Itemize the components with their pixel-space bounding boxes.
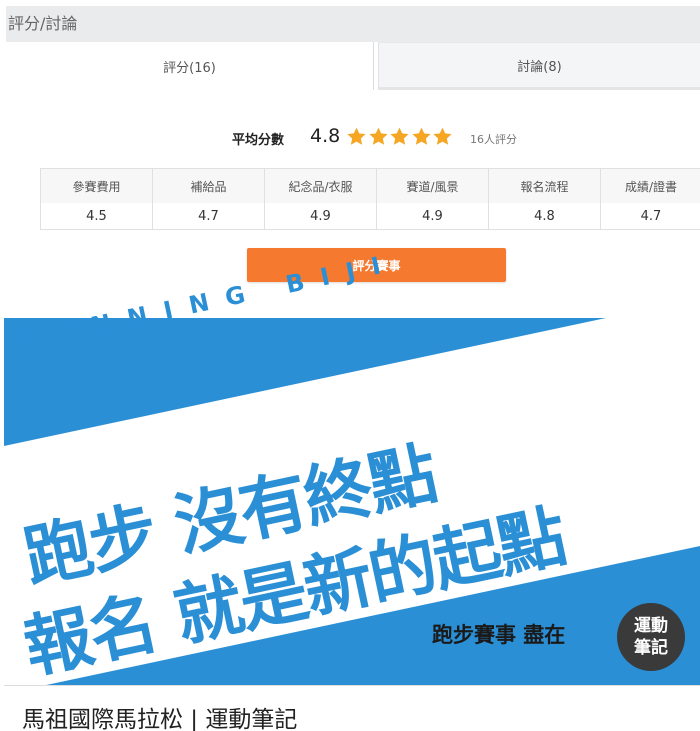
average-score-label: 平均分數 xyxy=(232,133,285,148)
rating-column: 補給品 4.7 xyxy=(153,169,265,229)
rating-category-label: 補給品 xyxy=(153,169,264,203)
rating-category-value: 4.5 xyxy=(86,209,107,224)
rating-category-label: 賽道/風景 xyxy=(377,169,488,203)
divider xyxy=(4,685,700,686)
tab-ratings[interactable]: 評分(16) xyxy=(6,42,374,90)
rating-category-value: 4.9 xyxy=(422,209,443,224)
rating-column: 賽道/風景 4.9 xyxy=(377,169,489,229)
rating-category-value: 4.7 xyxy=(640,209,662,224)
rating-breakdown-table: 參賽費用 4.5 補給品 4.7 紀念品/衣服 4.9 賽道/風景 4.9 報名流程 4.8 成績/… xyxy=(40,168,700,230)
rating-column: 報名流程 4.8 xyxy=(489,169,601,229)
star-rating xyxy=(346,126,454,148)
star-icon xyxy=(368,126,389,148)
star-icon xyxy=(389,126,410,148)
rating-category-value: 4.7 xyxy=(198,209,219,224)
rating-column: 紀念品/衣服 4.9 xyxy=(265,169,377,229)
section-header: 評分/討論 xyxy=(6,6,700,42)
rating-summary: 平均分數 4.8 16人評分 xyxy=(0,122,700,154)
logo-text-top: 運動 xyxy=(634,616,668,636)
tab-bar: 評分(16) 討論(8) xyxy=(6,42,700,90)
rating-column: 參賽費用 4.5 xyxy=(41,169,153,229)
rating-count: 16人評分 xyxy=(470,133,517,146)
rating-category-label: 成績/證書 xyxy=(601,169,700,203)
rating-column: 成績/證書 4.7 xyxy=(601,169,700,229)
banner-tagline: 跑步賽事 盡在 xyxy=(432,623,566,647)
rating-category-label: 報名流程 xyxy=(489,169,600,203)
image-caption-link[interactable]: 馬祖國際馬拉松 | 運動筆記 xyxy=(22,700,297,731)
running-biji-logo: 運動 筆記 xyxy=(617,603,685,671)
logo-text-bottom: 筆記 xyxy=(634,638,668,658)
star-icon xyxy=(411,126,432,148)
rating-category-value: 4.9 xyxy=(310,209,331,224)
rating-category-label: 紀念品/衣服 xyxy=(265,169,376,203)
average-score-value: 4.8 xyxy=(310,125,341,147)
star-icon xyxy=(432,126,453,148)
rating-category-value: 4.8 xyxy=(534,209,555,224)
rating-category-label: 參賽費用 xyxy=(41,169,152,203)
star-icon xyxy=(346,126,367,148)
tab-discussion[interactable]: 討論(8) xyxy=(378,42,700,90)
